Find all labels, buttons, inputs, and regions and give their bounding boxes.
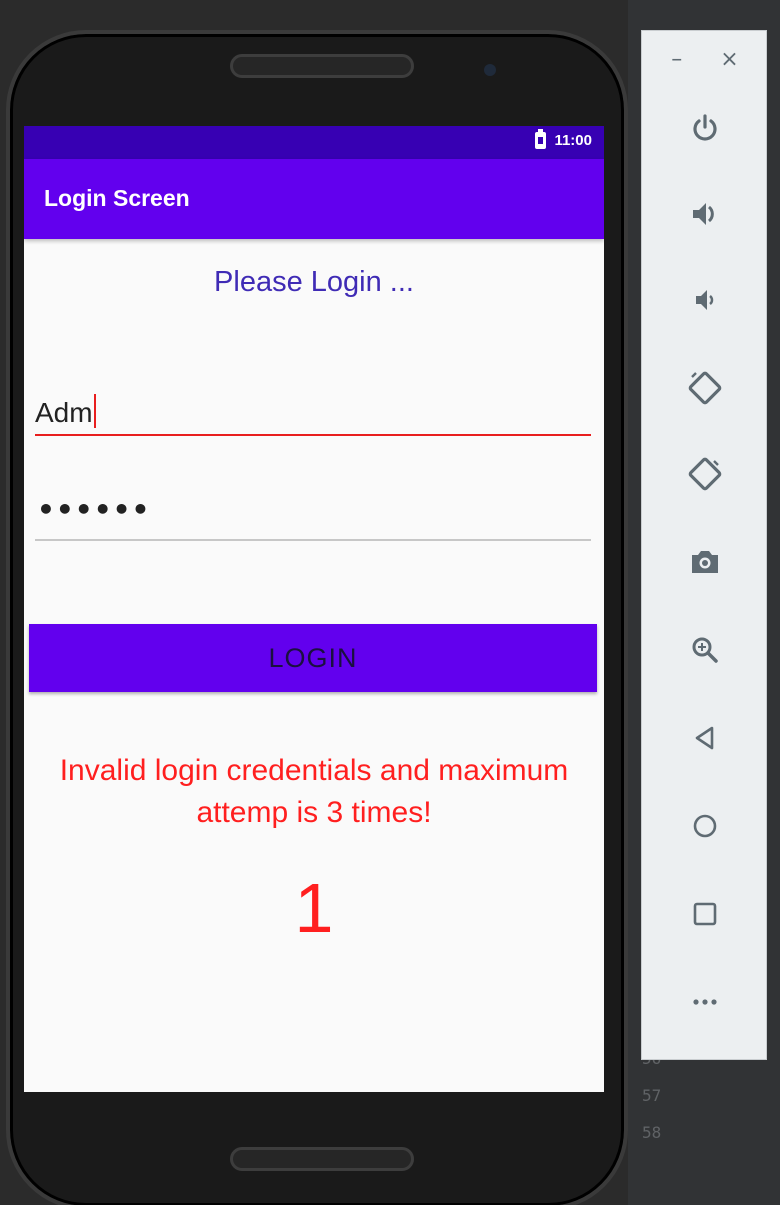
close-button[interactable]: × — [720, 47, 738, 77]
status-bar: 11:00 — [24, 126, 604, 159]
zoom-icon — [692, 637, 718, 663]
overview-button[interactable] — [682, 891, 728, 937]
zoom-button[interactable] — [682, 627, 728, 673]
power-icon — [693, 114, 717, 141]
rotate-right-icon — [688, 457, 722, 491]
rotate-right-button[interactable] — [682, 451, 728, 497]
home-icon — [693, 814, 717, 838]
status-time: 11:00 — [554, 132, 592, 149]
login-button[interactable]: LOGIN — [29, 624, 597, 692]
line-number: 57 — [642, 1086, 662, 1105]
username-value: Adm — [35, 397, 93, 428]
top-speaker — [230, 54, 414, 78]
rotate-left-button[interactable] — [682, 365, 728, 411]
text-cursor — [93, 394, 96, 428]
password-input-text[interactable]: •••••• — [37, 493, 150, 526]
emulator-toolbar: – × — [641, 30, 767, 1060]
attempt-counter: 1 — [294, 869, 334, 947]
more-button[interactable] — [682, 979, 728, 1025]
battery-icon — [535, 129, 547, 149]
minimize-button[interactable]: – — [671, 47, 682, 77]
line-number: 58 — [642, 1123, 662, 1142]
volume-up-button[interactable] — [682, 191, 728, 237]
app-bar: Login Screen — [24, 159, 604, 239]
toolbar-window-controls: – × — [642, 47, 768, 77]
volume-down-button[interactable] — [682, 277, 728, 323]
screenshot-button[interactable] — [682, 539, 728, 585]
app-title: Login Screen — [44, 185, 190, 211]
bottom-speaker — [230, 1147, 414, 1171]
power-button[interactable] — [682, 105, 728, 151]
volume-up-icon — [693, 203, 714, 225]
username-input-text[interactable]: Adm — [35, 394, 96, 429]
username-field[interactable]: Adm — [35, 386, 591, 436]
error-message: Invalid login credentials and maximum at… — [59, 754, 569, 829]
login-heading: Please Login ... — [214, 266, 414, 298]
home-button[interactable] — [682, 803, 728, 849]
password-field[interactable]: •••••• — [35, 491, 591, 541]
camera-icon — [692, 551, 718, 573]
back-button[interactable] — [682, 715, 728, 761]
phone-screen: 11:00 Login Screen Please Login ... Adm … — [24, 126, 604, 1092]
front-camera — [484, 64, 496, 76]
back-icon — [695, 726, 714, 750]
volume-down-icon — [696, 290, 714, 310]
status-right-group: 11:00 — [535, 129, 592, 149]
rotate-left-icon — [688, 371, 722, 405]
overview-icon — [693, 902, 717, 926]
more-icon — [693, 999, 717, 1005]
